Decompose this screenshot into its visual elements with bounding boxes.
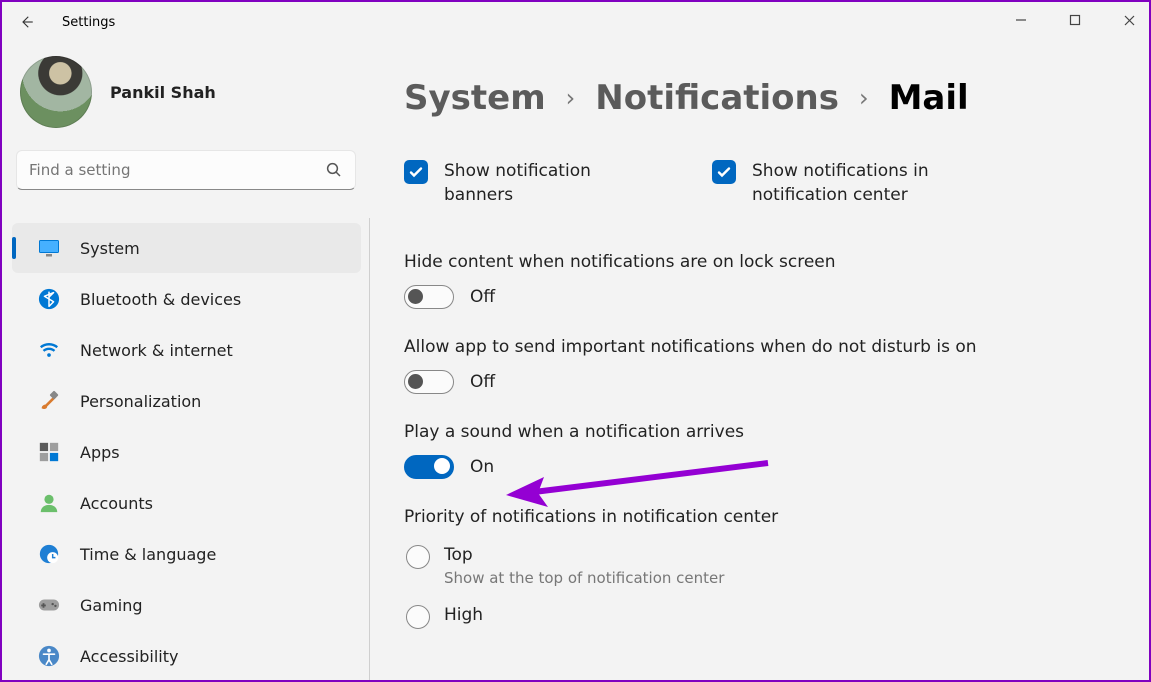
- toggle-state: Off: [470, 372, 495, 392]
- back-button[interactable]: [6, 2, 46, 42]
- content-area: System › Notifications › Mail Show notif…: [370, 42, 1149, 680]
- priority-title: Priority of notifications in notificatio…: [404, 507, 1121, 527]
- user-name: Pankil Shah: [110, 83, 216, 102]
- nav-item-accessibility[interactable]: Accessibility: [12, 631, 361, 680]
- breadcrumb: System › Notifications › Mail: [404, 78, 1121, 118]
- setting-label: Allow app to send important notification…: [404, 337, 1121, 357]
- profile[interactable]: Pankil Shah: [2, 56, 370, 150]
- titlebar: Settings: [2, 2, 1149, 42]
- nav-item-gaming[interactable]: Gaming: [12, 580, 361, 630]
- nav-item-time-language[interactable]: Time & language: [12, 529, 361, 579]
- nav-item-personalization[interactable]: Personalization: [12, 376, 361, 426]
- breadcrumb-system[interactable]: System: [404, 78, 546, 118]
- checkbox-icon[interactable]: [404, 160, 428, 184]
- toggle-state: Off: [470, 287, 495, 307]
- nav-item-system[interactable]: System: [12, 223, 361, 273]
- toggle-state: On: [470, 457, 494, 477]
- nav-label: Network & internet: [80, 341, 233, 360]
- setting-label: Play a sound when a notification arrives: [404, 422, 1121, 442]
- nav-label: System: [80, 239, 140, 258]
- setting-label: Hide content when notifications are on l…: [404, 252, 1121, 272]
- brush-icon: [38, 390, 60, 412]
- checkbox-icon[interactable]: [712, 160, 736, 184]
- setting-important-dnd: Allow app to send important notification…: [404, 337, 1121, 394]
- maximize-button[interactable]: [1061, 6, 1089, 34]
- toggle-play-sound[interactable]: [404, 455, 454, 479]
- radio-label: High: [444, 605, 483, 625]
- gamepad-icon: [38, 594, 60, 616]
- radio-label: Top: [444, 545, 724, 565]
- search-box[interactable]: [16, 150, 356, 190]
- minimize-button[interactable]: [1007, 6, 1035, 34]
- nav-label: Accounts: [80, 494, 153, 513]
- nav-item-apps[interactable]: Apps: [12, 427, 361, 477]
- check-show-banners[interactable]: Show notification banners: [404, 160, 644, 208]
- breadcrumb-current: Mail: [889, 78, 969, 118]
- breadcrumb-notifications[interactable]: Notifications: [595, 78, 839, 118]
- toggle-important-dnd[interactable]: [404, 370, 454, 394]
- avatar: [20, 56, 92, 128]
- chevron-right-icon: ›: [566, 84, 576, 112]
- bluetooth-icon: [38, 288, 60, 310]
- toggle-hide-content[interactable]: [404, 285, 454, 309]
- check-label: Show notifications in notification cente…: [752, 160, 952, 208]
- radio-icon[interactable]: [406, 605, 430, 629]
- nav-label: Accessibility: [80, 647, 178, 666]
- checkbox-row: Show notification banners Show notificat…: [404, 160, 1121, 208]
- accessibility-icon: [38, 645, 60, 667]
- nav-list: System Bluetooth & devices Network & int…: [2, 218, 370, 680]
- sidebar: Pankil Shah System Bluetooth & devices N…: [2, 42, 370, 680]
- setting-hide-content: Hide content when notifications are on l…: [404, 252, 1121, 309]
- nav-item-accounts[interactable]: Accounts: [12, 478, 361, 528]
- nav-item-network[interactable]: Network & internet: [12, 325, 361, 375]
- search-input[interactable]: [29, 161, 325, 179]
- nav-label: Gaming: [80, 596, 143, 615]
- search-icon: [325, 161, 343, 179]
- nav-label: Personalization: [80, 392, 201, 411]
- window-title: Settings: [62, 15, 115, 30]
- nav-item-bluetooth[interactable]: Bluetooth & devices: [12, 274, 361, 324]
- wifi-icon: [38, 339, 60, 361]
- nav-label: Time & language: [80, 545, 216, 564]
- nav-label: Apps: [80, 443, 120, 462]
- setting-play-sound: Play a sound when a notification arrives…: [404, 422, 1121, 479]
- close-button[interactable]: [1115, 6, 1143, 34]
- check-label: Show notification banners: [444, 160, 644, 208]
- chevron-right-icon: ›: [859, 84, 869, 112]
- display-icon: [38, 237, 60, 259]
- globe-clock-icon: [38, 543, 60, 565]
- radio-priority-top[interactable]: Top Show at the top of notification cent…: [406, 545, 1121, 587]
- window-controls: [1007, 6, 1143, 34]
- check-show-center[interactable]: Show notifications in notification cente…: [712, 160, 952, 208]
- nav-label: Bluetooth & devices: [80, 290, 241, 309]
- apps-icon: [38, 441, 60, 463]
- arrow-left-icon: [17, 13, 35, 31]
- radio-sublabel: Show at the top of notification center: [444, 569, 724, 587]
- person-icon: [38, 492, 60, 514]
- radio-icon[interactable]: [406, 545, 430, 569]
- radio-priority-high[interactable]: High: [406, 605, 1121, 629]
